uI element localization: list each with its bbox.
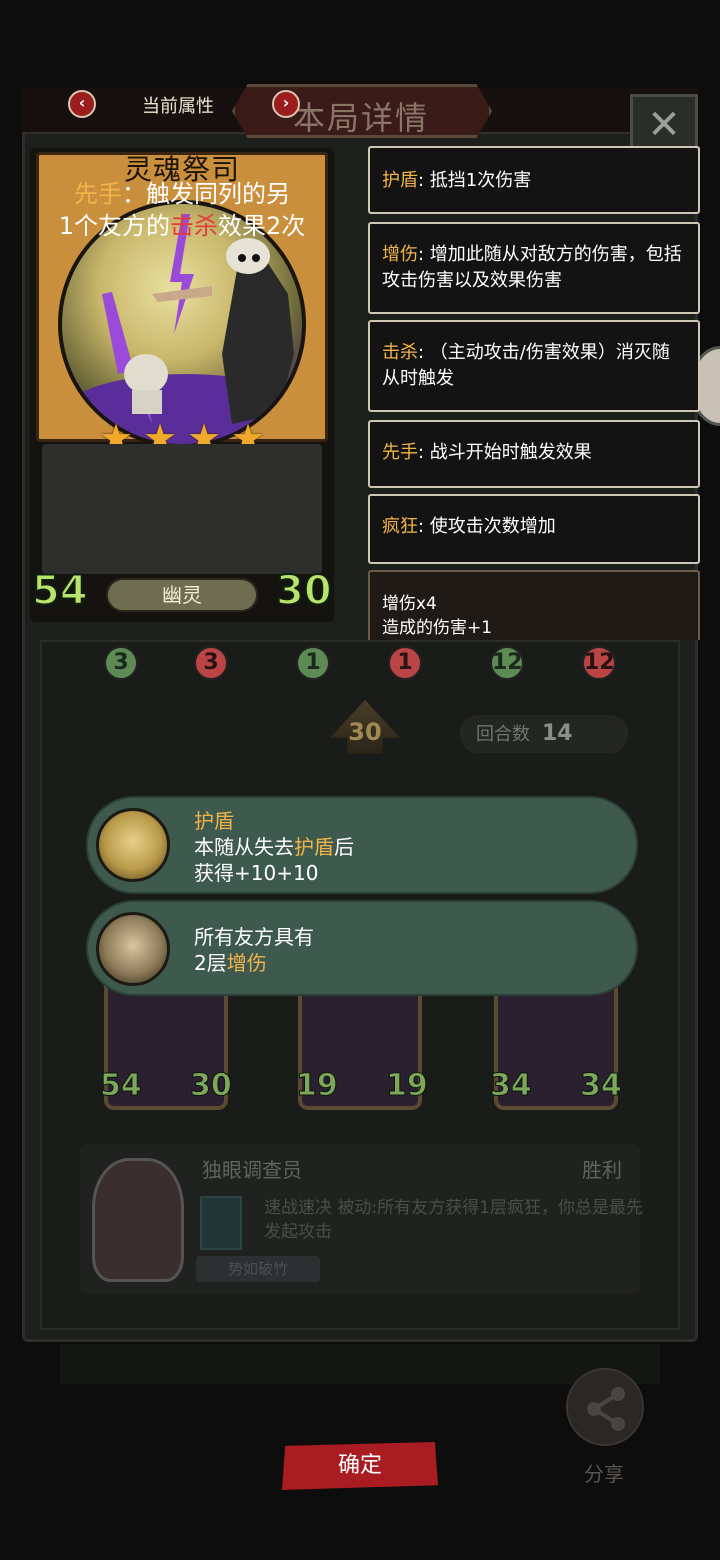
antler-skull-icon: [96, 912, 170, 986]
minion-attack: 19: [296, 1068, 339, 1104]
desc-text: 1个友方的: [58, 212, 170, 240]
row1-attack: 3: [104, 646, 138, 680]
effect-popup-damage-boost: 所有友方具有 2层增伤: [86, 900, 638, 996]
card-description-box: [42, 444, 322, 574]
keyword-box-first-strike: 先手: 战斗开始时触发效果: [368, 420, 700, 488]
share-label: 分享: [584, 1462, 624, 1486]
popup-line: 2层: [194, 951, 227, 975]
keyword-name: 先手: [382, 442, 418, 463]
minion-health: 19: [386, 1068, 429, 1104]
row1-attack: 1: [296, 646, 330, 680]
buff-box: 增伤x4 造成的伤害+1: [368, 570, 700, 640]
tab-game-details-label: 本局详情: [293, 99, 430, 137]
minion-attack: 34: [490, 1068, 533, 1104]
popup-keyword: 增伤: [226, 951, 267, 975]
hero-power-icon: [200, 1196, 242, 1250]
prev-tab-button[interactable]: ‹: [68, 90, 96, 118]
desc-keyword: 击杀: [170, 212, 218, 240]
row1-health: 1: [388, 646, 422, 680]
enemy-name: 独眼调查员: [202, 1158, 302, 1182]
enemy-tag: 势如破竹: [196, 1256, 320, 1282]
battle-result: 胜利: [582, 1158, 622, 1182]
keyword-box-shield: 护盾: 抵挡1次伤害: [368, 146, 700, 214]
minion-health: 34: [580, 1068, 623, 1104]
buff-line: 造成的伤害+1: [382, 618, 493, 638]
row1-attack: 12: [490, 646, 524, 680]
keyword-name: 增伤: [382, 244, 418, 265]
keyword-text: : 战斗开始时触发效果: [418, 442, 592, 463]
enemy-avatar: [92, 1158, 184, 1282]
share-icon: [587, 1387, 625, 1431]
effect-popup-shield: 护盾 本随从失去护盾后 获得+10+10: [86, 796, 638, 894]
keyword-name: 疯狂: [382, 516, 418, 537]
enemy-skill-text: 速战速决 被动:所有友方获得1层疯狂，你总是最先发起攻击: [264, 1198, 643, 1242]
confirm-button[interactable]: 确定: [282, 1442, 438, 1490]
keyword-name: 护盾: [382, 170, 418, 191]
enemy-info-panel: 独眼调查员 胜利 速战速决 被动:所有友方获得1层疯狂，你总是最先发起攻击 势如…: [80, 1144, 643, 1294]
popup-line: 本随从失去: [194, 835, 294, 859]
popup-line: 所有友方具有: [194, 925, 314, 949]
buff-line: 增伤x4: [382, 594, 437, 614]
keyword-box-kill: 击杀: （主动攻击/伤害效果）消灭随从时触发: [368, 320, 700, 412]
popup-text: 所有友方具有 2层增伤: [194, 924, 314, 976]
row1-health: 3: [194, 646, 228, 680]
desc-text: 效果2次: [218, 212, 306, 240]
minion-card: 灵魂祭司 ★ ★ ★ ★ 先手：触发同列的另 1个友方的击杀效果2次 54 幽灵…: [30, 148, 334, 622]
share-button[interactable]: [566, 1368, 644, 1446]
desc-keyword: 先手: [74, 180, 122, 208]
card-health: 30: [275, 567, 333, 615]
card-description: 先手：触发同列的另 1个友方的击杀效果2次: [30, 178, 334, 242]
popup-title: 护盾: [194, 809, 234, 833]
popup-line: 获得+10+10: [194, 861, 319, 885]
keyword-box-frenzy: 疯狂: 使攻击次数增加: [368, 494, 700, 564]
popup-text: 护盾 本随从失去护盾后 获得+10+10: [194, 808, 354, 886]
card-attack: 54: [31, 567, 89, 615]
keyword-name: 击杀: [382, 342, 418, 363]
row1-health: 12: [582, 646, 616, 680]
popup-line: 后: [334, 835, 354, 859]
tab-game-details[interactable]: 本局详情: [232, 84, 492, 138]
card-tribe: 幽灵: [106, 578, 258, 612]
keyword-text: : （主动攻击/伤害效果）消灭随从时触发: [382, 342, 670, 389]
tab-current-attributes[interactable]: 当前属性: [142, 92, 214, 118]
keyword-text: : 抵挡1次伤害: [418, 170, 532, 191]
round-counter: 回合数 14: [460, 715, 628, 753]
keyword-text: : 使攻击次数增加: [418, 516, 556, 537]
keyword-text: : 增加此随从对敌方的伤害，包括攻击伤害以及效果伤害: [382, 244, 682, 291]
minion-attack: 54: [100, 1068, 143, 1104]
desc-text: ：触发同列的另: [122, 180, 290, 208]
round-value: 14: [542, 721, 573, 746]
minion-health: 30: [190, 1068, 233, 1104]
next-tab-button[interactable]: ›: [272, 90, 300, 118]
moon-icon: [96, 808, 170, 882]
round-label: 回合数: [476, 724, 530, 745]
popup-keyword: 护盾: [294, 835, 334, 859]
keyword-box-damage-boost: 增伤: 增加此随从对敌方的伤害，包括攻击伤害以及效果伤害: [368, 222, 700, 314]
